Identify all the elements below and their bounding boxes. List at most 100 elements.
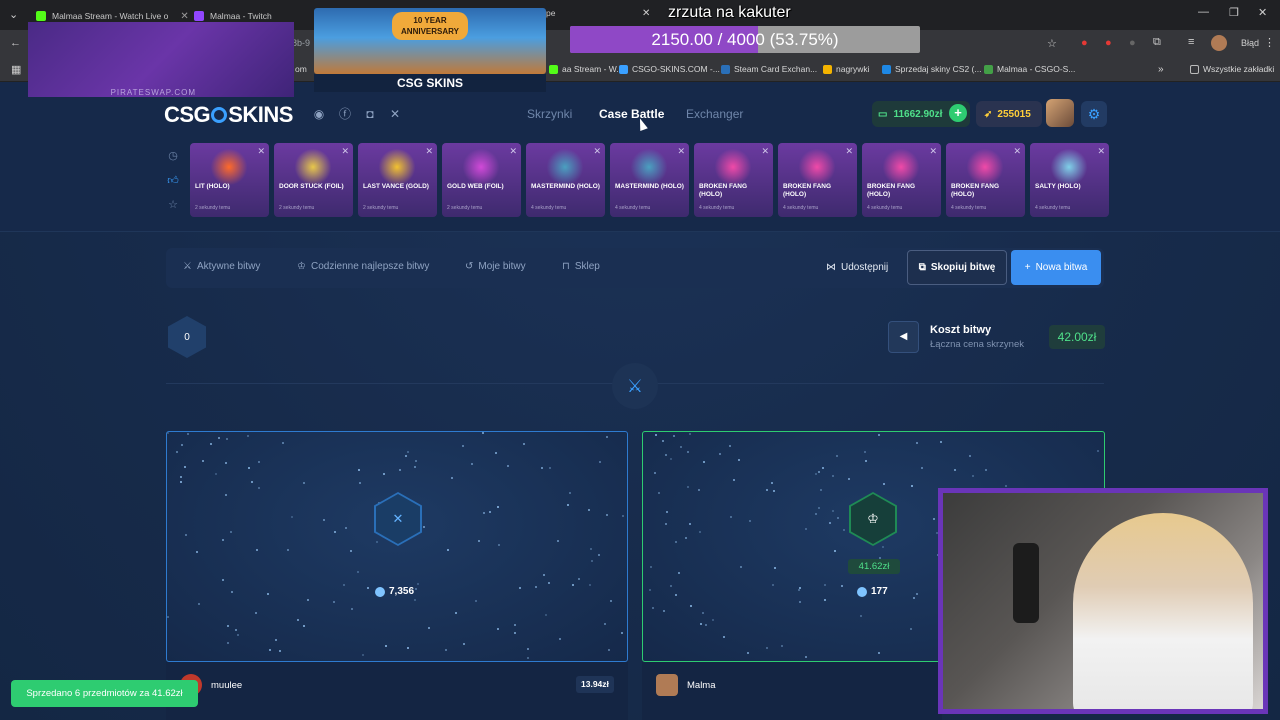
extension-icon[interactable]: ●: [1081, 37, 1088, 49]
points-balance[interactable]: ➶ 255015: [976, 101, 1042, 127]
drop-card[interactable]: ✕ DOOR STUCK (FOIL) 2 sekundy temu: [274, 143, 353, 217]
star-particle: [167, 616, 169, 618]
drop-card[interactable]: ✕ BROKEN FANG (HOLO) 4 sekundy temu: [946, 143, 1025, 217]
star-particle: [297, 619, 299, 621]
star-icon[interactable]: ☆: [1047, 37, 1057, 50]
bookmark-item[interactable]: aa Stream - W...: [549, 64, 623, 74]
star-particle: [385, 645, 387, 647]
gear-icon[interactable]: ⚙: [1081, 101, 1107, 127]
extension-icon[interactable]: ●: [1129, 37, 1136, 49]
deposit-plus-button[interactable]: +: [949, 104, 967, 122]
close-icon[interactable]: ✕: [341, 146, 349, 157]
copy-battle-button[interactable]: ⧉ Skopiuj bitwę: [907, 250, 1007, 285]
star-particle: [507, 465, 509, 467]
drop-card[interactable]: ✕ BROKEN FANG (HOLO) 4 sekundy temu: [862, 143, 941, 217]
apps-grid-icon[interactable]: ▦: [11, 63, 21, 76]
share-button[interactable]: ⋈ Udostępnij: [826, 262, 888, 273]
tab-daily-best[interactable]: ♔ Codzienne najlepsze bitwy: [297, 261, 429, 272]
drop-card[interactable]: ✕ MASTERMIND (HOLO) 4 sekundy temu: [526, 143, 605, 217]
close-icon[interactable]: ✕: [642, 8, 650, 19]
close-icon[interactable]: ✕: [257, 146, 265, 157]
back-arrow-icon[interactable]: ←: [10, 37, 21, 49]
facebook-icon[interactable]: ⓕ: [337, 106, 353, 122]
close-window-icon[interactable]: ✕: [1258, 6, 1267, 19]
close-icon[interactable]: ✕: [929, 146, 937, 157]
bookmark-item[interactable]: Steam Card Exchan...: [721, 64, 817, 74]
nav-case-battle[interactable]: Case Battle: [599, 107, 664, 121]
drive-icon: [823, 64, 832, 74]
battle-cost-value: 42.00zł: [1049, 325, 1105, 349]
star-particle: [235, 629, 237, 631]
media-icon[interactable]: ≡: [1188, 36, 1194, 48]
profile-avatar[interactable]: [1211, 35, 1227, 51]
clock-icon[interactable]: ◷: [166, 149, 180, 163]
extension-icon[interactable]: ●: [1105, 37, 1112, 49]
star-particle: [670, 458, 672, 460]
new-battle-button[interactable]: + Nowa bitwa: [1011, 250, 1101, 285]
site-logo[interactable]: CSG SKINS: [164, 102, 293, 128]
drop-card[interactable]: ✕ MASTERMIND (HOLO) 4 sekundy temu: [610, 143, 689, 217]
close-icon[interactable]: ✕: [1097, 146, 1105, 157]
maximize-icon[interactable]: ❐: [1229, 6, 1239, 19]
thumbs-up-icon[interactable]: 👍︎: [166, 174, 180, 188]
player-points: 7,356: [375, 586, 414, 597]
close-icon[interactable]: ✕: [761, 146, 769, 157]
drop-card[interactable]: ✕ BROKEN FANG (HOLO) 4 sekundy temu: [778, 143, 857, 217]
close-icon[interactable]: ✕: [845, 146, 853, 157]
profile-status[interactable]: Błąd: [1241, 38, 1259, 48]
drop-card[interactable]: ✕ BROKEN FANG (HOLO) 4 sekundy temu: [694, 143, 773, 217]
x-mark-icon: ✕: [376, 494, 420, 544]
tab-shop[interactable]: ⊓ Sklep: [562, 261, 600, 272]
tab-search-chevron-icon[interactable]: ⌄: [9, 8, 18, 21]
avatar[interactable]: [656, 674, 678, 696]
star-particle: [747, 652, 749, 654]
bookmark-item[interactable]: CSGO-SKINS.COM -...: [619, 64, 720, 74]
star-particle: [463, 643, 465, 645]
sound-toggle-button[interactable]: ◀: [888, 321, 919, 353]
star-particle: [167, 432, 169, 434]
bookmark-item[interactable]: nagrywki: [823, 64, 870, 74]
all-bookmarks[interactable]: Wszystkie zakładki: [1190, 64, 1274, 74]
close-icon[interactable]: ✕: [593, 146, 601, 157]
drop-time: 2 sekundy temu: [195, 205, 231, 211]
star-particle: [933, 518, 935, 520]
history-icon: ↺: [465, 261, 474, 272]
close-icon[interactable]: ✕: [677, 146, 685, 157]
nav-cases[interactable]: Skrzynki: [527, 107, 572, 121]
user-avatar[interactable]: [1046, 99, 1074, 127]
player-name[interactable]: muulee: [211, 680, 242, 691]
star-particle: [690, 605, 692, 607]
discord-icon[interactable]: ◉: [311, 106, 327, 122]
drop-name: GOLD WEB (FOIL): [447, 183, 504, 190]
star-particle: [865, 460, 867, 462]
more-bookmarks-icon[interactable]: »: [1158, 64, 1164, 75]
tab-active-battles[interactable]: ⚔ Aktywne bitwy: [183, 261, 260, 272]
close-icon[interactable]: ✕: [425, 146, 433, 157]
star-particle: [489, 511, 491, 513]
sticker-image: [462, 149, 500, 185]
points-value: 7,356: [389, 586, 415, 597]
tab-my-battles[interactable]: ↺ Moje bitwy: [465, 261, 526, 272]
star-particle: [323, 519, 325, 521]
bookmark-item[interactable]: Sprzedaj skiny CS2 (...: [882, 64, 981, 74]
screen: ⌄ Malmaa Stream - Watch Live o ✕ Malmaa …: [0, 0, 1280, 720]
close-icon[interactable]: ✕: [509, 146, 517, 157]
drop-card[interactable]: ✕ LIT (HOLO) 2 sekundy temu: [190, 143, 269, 217]
drop-card[interactable]: ✕ LAST VANCE (GOLD) 2 sekundy temu: [358, 143, 437, 217]
x-twitter-icon[interactable]: ✕: [387, 106, 403, 122]
extensions-puzzle-icon[interactable]: ⧉: [1153, 36, 1161, 49]
minimize-icon[interactable]: —: [1198, 6, 1209, 18]
drop-card[interactable]: ✕ GOLD WEB (FOIL) 2 sekundy temu: [442, 143, 521, 217]
menu-icon[interactable]: ⋮: [1264, 36, 1275, 49]
drop-card[interactable]: ✕ SALTY (HOLO) 4 sekundy temu: [1030, 143, 1109, 217]
star-particle: [733, 479, 735, 481]
nav-exchanger[interactable]: Exchanger: [686, 107, 743, 121]
close-icon[interactable]: ✕: [1013, 146, 1021, 157]
instagram-icon[interactable]: ◘: [362, 106, 378, 122]
star-particle: [680, 446, 682, 448]
star-particle: [719, 453, 721, 455]
url-fragment[interactable]: 8b-9: [292, 38, 310, 48]
bookmark-item[interactable]: Malmaa - CSGO-S...: [984, 64, 1075, 74]
star-icon[interactable]: ☆: [166, 198, 180, 212]
player-name[interactable]: Malma: [687, 680, 716, 691]
